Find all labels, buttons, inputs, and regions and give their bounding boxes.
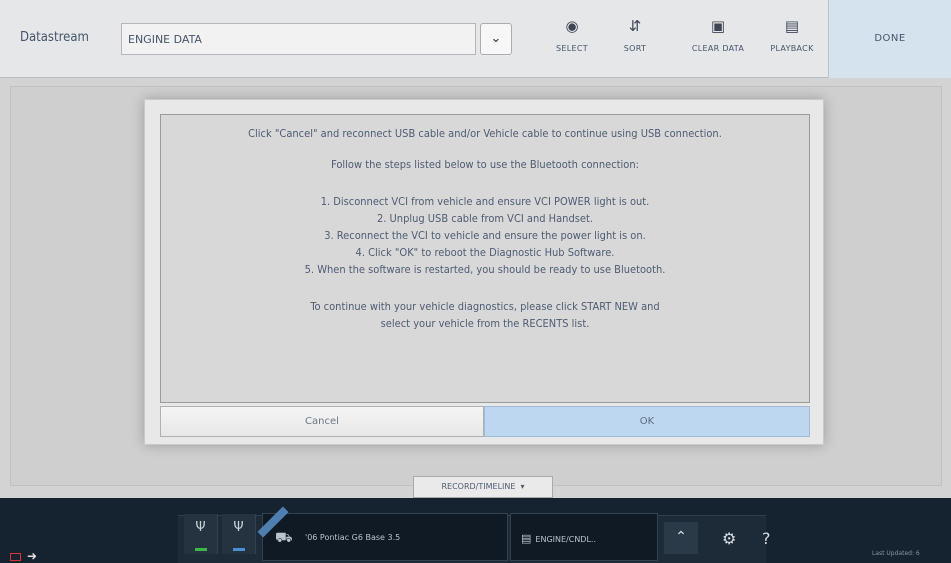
step-item: 4. Click "OK" to reboot the Diagnostic H… bbox=[355, 246, 615, 259]
bottom-bar: ➜ Ψ Ψ ⛟ '06 Pontiac G6 Base 3.5 ▤ ENGINE/… bbox=[0, 498, 951, 563]
status-indicator bbox=[195, 548, 207, 551]
battery-icon bbox=[10, 552, 21, 561]
dialog-message: Click "Cancel" and reconnect USB cable a… bbox=[160, 114, 810, 403]
vehicle-panel[interactable]: ⛟ '06 Pontiac G6 Base 3.5 bbox=[257, 506, 508, 561]
toolbar: Datastream ENGINE DATA ⌄ ◉ SELECT ⇵ SORT… bbox=[0, 0, 951, 78]
cancel-button[interactable]: Cancel bbox=[160, 406, 484, 437]
antenna-icon: Ψ bbox=[195, 520, 206, 535]
chevron-down-icon: ⌄ bbox=[490, 31, 502, 46]
sort-label: SORT bbox=[623, 44, 647, 53]
playback-label: PLAYBACK bbox=[770, 44, 814, 53]
clear-data-label: CLEAR DATA bbox=[691, 44, 745, 53]
step-item: 5. When the software is restarted, you s… bbox=[304, 263, 666, 276]
step-item: 3. Reconnect the VCI to vehicle and ensu… bbox=[324, 229, 646, 242]
sort-icon: ⇵ bbox=[628, 17, 642, 35]
datastream-dropdown[interactable]: ENGINE DATA bbox=[121, 23, 476, 55]
connection-status: ➜ bbox=[10, 549, 37, 563]
usb-icon: Ψ bbox=[233, 520, 244, 535]
playback-icon: ▤ bbox=[784, 17, 800, 35]
dialog-line-3b: select your vehicle from the RECENTS lis… bbox=[380, 317, 590, 330]
steps-list: 1. Disconnect VCI from vehicle and ensur… bbox=[161, 193, 809, 278]
playback-button[interactable]: ▤ PLAYBACK bbox=[762, 14, 822, 66]
step-item: 1. Disconnect VCI from vehicle and ensur… bbox=[320, 195, 650, 208]
expand-up-button[interactable]: ⌃ bbox=[664, 522, 698, 554]
bluetooth-dialog: Click "Cancel" and reconnect USB cable a… bbox=[144, 99, 824, 445]
last-updated-text: Last Updated: 6 bbox=[872, 550, 920, 557]
engine-label: ENGINE/CNDL.. bbox=[535, 535, 597, 544]
chevron-down-icon: ▾ bbox=[517, 482, 525, 491]
sort-button[interactable]: ⇵ SORT bbox=[605, 14, 665, 66]
dialog-line-3a: To continue with your vehicle diagnostic… bbox=[310, 300, 660, 313]
help-icon[interactable]: ? bbox=[762, 529, 771, 548]
engine-panel[interactable]: ▤ ENGINE/CNDL.. bbox=[510, 513, 658, 561]
status-indicator bbox=[233, 548, 245, 551]
step-item: 2. Unplug USB cable from VCI and Handset… bbox=[376, 212, 594, 225]
dialog-line-1: Click "Cancel" and reconnect USB cable a… bbox=[248, 127, 722, 140]
clear-data-button[interactable]: ▣ CLEAR DATA bbox=[688, 14, 748, 66]
plug-icon: ➜ bbox=[27, 549, 38, 563]
select-icon: ◉ bbox=[565, 17, 579, 35]
record-timeline-tab[interactable]: RECORD/TIMELINE ▾ bbox=[413, 476, 553, 498]
done-button[interactable]: DONE bbox=[828, 0, 951, 78]
module-icon: ▤ bbox=[521, 532, 532, 545]
car-icon: ⛟ bbox=[275, 530, 293, 546]
usb-status-button[interactable]: Ψ bbox=[222, 514, 256, 554]
dropdown-value: ENGINE DATA bbox=[128, 33, 202, 46]
dropdown-chevron-button[interactable]: ⌄ bbox=[480, 23, 512, 55]
wifi-status-button[interactable]: Ψ bbox=[184, 514, 218, 554]
chevron-up-icon: ⌃ bbox=[675, 529, 687, 545]
datastream-label: Datastream bbox=[20, 30, 89, 45]
vehicle-label: '06 Pontiac G6 Base 3.5 bbox=[305, 533, 401, 542]
record-timeline-label: RECORD/TIMELINE bbox=[441, 482, 516, 491]
select-label: SELECT bbox=[556, 44, 588, 53]
select-button[interactable]: ◉ SELECT bbox=[542, 14, 602, 66]
ok-button[interactable]: OK bbox=[484, 406, 810, 437]
dialog-line-2: Follow the steps listed below to use the… bbox=[331, 158, 639, 171]
clear-data-icon: ▣ bbox=[710, 17, 726, 35]
gear-icon[interactable]: ⚙ bbox=[722, 529, 736, 548]
